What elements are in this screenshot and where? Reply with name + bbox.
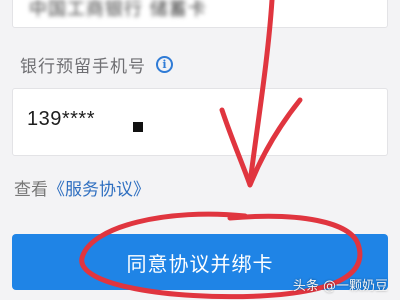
info-icon[interactable]: i <box>156 56 173 73</box>
service-agreement-link[interactable]: 《服务协议》 <box>48 180 150 200</box>
phone-input-field[interactable]: 139**** <box>12 88 388 156</box>
agreement-prefix: 查看 <box>14 180 48 200</box>
phone-value[interactable]: 139**** <box>27 108 95 131</box>
phone-label: 银行预留手机号 <box>20 57 146 77</box>
card-type-field[interactable]: 中国工商银行 储蓄卡 <box>12 0 388 28</box>
phone-label-row: 银行预留手机号 i <box>20 52 173 77</box>
agreement-row: 查看《服务协议》 <box>14 175 150 200</box>
card-type-value: 中国工商银行 储蓄卡 <box>29 0 207 20</box>
watermark: 头条 @一颗奶豆 <box>292 279 388 294</box>
agree-and-bind-card-label: 同意协议并绑卡 <box>126 251 274 276</box>
text-cursor <box>133 122 143 132</box>
